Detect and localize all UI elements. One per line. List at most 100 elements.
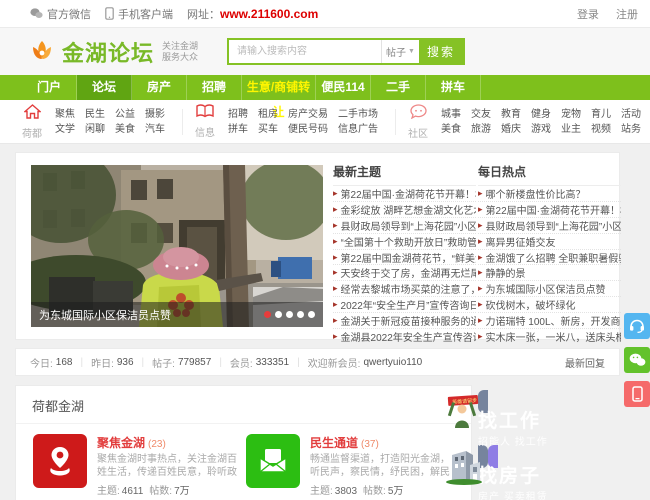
topic-item[interactable]: ▸2022年“安全生产月”宣传咨询日活动 — [333, 297, 476, 314]
topic-item[interactable]: ▸第22届中国·金湖荷花节开幕！杉荷 — [478, 202, 621, 218]
topic-item[interactable]: ▸金湖县2022年安全生产宣传咨询日活动 — [333, 329, 476, 345]
topic-item[interactable]: ▸ 为东城国际小区保洁员点赞 — [478, 281, 621, 298]
url-value[interactable]: www.211600.com — [220, 7, 318, 21]
nav-tab[interactable]: 招聘 — [187, 75, 242, 100]
latest-reply-link[interactable]: 最新回复 — [565, 355, 605, 370]
subnav-link[interactable]: 信息广告 — [338, 122, 378, 137]
topic-link[interactable]: 经常去黎城市场买菜的注意了，坑年轻 — [341, 281, 476, 296]
forum-name-link[interactable]: 民生通道 — [310, 436, 358, 450]
topic-link[interactable]: 县财政局领导到“上海花园”小区，对 — [486, 218, 621, 233]
topic-link[interactable]: 为东城国际小区保洁员点赞 — [486, 281, 606, 296]
nav-tab[interactable]: 拼车 — [426, 75, 481, 100]
banner-building[interactable]: 找房子 房产 买卖租赁 — [446, 445, 618, 500]
search-input[interactable] — [229, 40, 381, 63]
nav-tab[interactable]: 论坛 — [77, 75, 132, 100]
subnav-link[interactable]: 教育 — [501, 107, 521, 122]
topic-item[interactable]: ▸第22届中国金湖荷花节，“鲜美金湖” — [333, 250, 476, 266]
topic-link[interactable]: 静静的景 — [486, 265, 526, 280]
subnav-link[interactable]: 站务 — [621, 122, 641, 137]
topic-link[interactable]: 县财政局领导到“上海花园”小区，对 — [341, 218, 476, 233]
search-type-dropdown[interactable]: 帖子 ▼ — [381, 40, 419, 63]
subnav-link[interactable]: 业主 — [561, 122, 581, 137]
subnav-link[interactable]: 宠物 — [561, 107, 581, 122]
topic-link[interactable]: 第22届中国·金湖荷花节开幕！杉荷 — [341, 186, 476, 201]
topic-item[interactable]: ▸ 哪个新楼盘性价比高？ — [478, 186, 621, 202]
subnav-link[interactable]: 买车 — [258, 122, 278, 137]
site-url[interactable]: 网址： www.211600.com — [187, 6, 318, 22]
float-headset-icon[interactable] — [624, 313, 650, 339]
topic-item[interactable]: ▸经常去黎城市场买菜的注意了，坑年轻 — [333, 281, 476, 298]
subnav-link[interactable]: 美食 — [441, 122, 461, 137]
search-button[interactable]: 搜索 — [419, 40, 463, 63]
subnav-link[interactable]: 交友 — [471, 107, 491, 122]
topic-item[interactable]: ▸县财政局领导到“上海花园”小区，对 — [478, 218, 621, 234]
subnav-link[interactable]: 婚庆 — [501, 122, 521, 137]
site-logo[interactable]: 金湖论坛 关注金湖 服务大众 — [28, 36, 198, 68]
topic-link[interactable]: 金湖县2022年安全生产宣传咨询日活动 — [341, 329, 476, 344]
subnav-link[interactable]: 招聘 — [228, 107, 248, 122]
topic-item[interactable]: ▸ 金湖关于新冠疫苗接种服务的通告 — [333, 313, 476, 330]
subnav-link[interactable]: 便民号码 — [288, 122, 328, 137]
carousel[interactable]: 为东城国际小区保洁员点赞 — [31, 165, 323, 327]
topic-link[interactable]: 第22届中国·金湖荷花节开幕！杉荷 — [486, 202, 621, 217]
carousel-dot[interactable] — [286, 311, 293, 318]
carousel-dot[interactable] — [264, 311, 271, 318]
float-wechat-icon[interactable] — [624, 347, 650, 373]
nav-tab[interactable]: 便民114 — [316, 75, 371, 100]
subnav-link[interactable]: 聚焦 — [55, 107, 75, 122]
topic-link[interactable]: 金湖饿了么招聘 全职兼职暑假骑手10 — [486, 250, 621, 265]
topic-item[interactable]: ▸第22届中国·金湖荷花节开幕！杉荷 — [333, 186, 476, 202]
topic-link[interactable]: 力诺瑞特 100L、新房，开发商带的全 — [486, 313, 621, 328]
float-phone-icon[interactable] — [624, 381, 650, 407]
subnav-link[interactable]: 游戏 — [531, 122, 551, 137]
carousel-dot[interactable] — [275, 311, 282, 318]
register-link[interactable]: 注册 — [616, 9, 638, 21]
subnav-link[interactable]: 旅游 — [471, 122, 491, 137]
subnav-link[interactable]: 房产交易 — [288, 107, 328, 122]
topic-link[interactable]: 天安终于交了房，金湖再无烂尾楼 — [341, 265, 476, 280]
subnav-link[interactable]: 汽车 — [145, 122, 165, 137]
topic-link[interactable]: 实木床一张，一米八，送床头柜 — [486, 329, 621, 344]
topic-item[interactable]: ▸金湖饿了么招聘 全职兼职暑假骑手10 — [478, 250, 621, 266]
topic-item[interactable]: ▸ 天安终于交了房，金湖再无烂尾楼 — [333, 265, 476, 282]
subnav-link[interactable]: 育儿 — [591, 107, 611, 122]
topic-link[interactable]: 第22届中国金湖荷花节，“鲜美金湖” — [341, 250, 476, 265]
subnav-link[interactable]: 健身 — [531, 107, 551, 122]
subnav-link[interactable]: 摄影 — [145, 107, 165, 122]
topic-item[interactable]: ▸ 实木床一张，一米八，送床头柜 — [478, 329, 621, 345]
topic-link[interactable]: 哪个新楼盘性价比高？ — [486, 186, 586, 201]
topic-item[interactable]: ▸县财政局领导到“上海花园”小区，对 — [333, 218, 476, 234]
login-link[interactable]: 登录 — [577, 9, 599, 21]
subnav-link[interactable]: 公益 — [115, 107, 135, 122]
topic-link[interactable]: 金湖关于新冠疫苗接种服务的通告 — [341, 313, 476, 328]
topic-item[interactable]: ▸ 砍伐树木，破坏绿化 — [478, 297, 621, 314]
topic-item[interactable]: ▸ “全国第十个救助开放日”救助管理 — [333, 234, 476, 250]
nav-tab[interactable]: 生意/商铺转让 — [242, 75, 316, 119]
topic-item[interactable]: ▸ 静静的景 — [478, 265, 621, 282]
subnav-link[interactable]: 视频 — [591, 122, 611, 137]
carousel-dot[interactable] — [297, 311, 304, 318]
subnav-link[interactable]: 文学 — [55, 122, 75, 137]
subnav-link[interactable]: 城事 — [441, 107, 461, 122]
topic-link[interactable]: 金彩绽放 湖畔艺想金湖文化艺术中心 — [341, 202, 476, 217]
nav-tab[interactable]: 门户 — [22, 75, 77, 100]
subnav-link[interactable]: 二手市场 — [338, 107, 378, 122]
mobile-client-link[interactable]: 手机客户端 — [105, 6, 173, 22]
subnav-link[interactable]: 拼车 — [228, 122, 248, 137]
forum-icon-mail-icon[interactable] — [246, 434, 300, 488]
banner-recruiter[interactable]: 找工作招能人 找工作 英雄请留步 — [447, 390, 618, 468]
topic-link[interactable]: 砍伐树木，破坏绿化 — [486, 297, 576, 312]
official-wechat-link[interactable]: 官方微信 — [30, 6, 91, 22]
forum-icon-pin-icon[interactable] — [33, 434, 87, 488]
forum-name-link[interactable]: 聚焦金湖 — [97, 436, 145, 450]
subnav-link[interactable]: 民生 — [85, 107, 105, 122]
topic-link[interactable]: 离异男征婚交友 — [486, 234, 556, 249]
topic-item[interactable]: ▸ 离异男征婚交友 — [478, 234, 621, 250]
topic-link[interactable]: “全国第十个救助开放日”救助管理 — [341, 234, 476, 249]
subnav-link[interactable]: 闲聊 — [85, 122, 105, 137]
topic-link[interactable]: 2022年“安全生产月”宣传咨询日活动 — [341, 297, 476, 312]
subnav-link[interactable]: 活动 — [621, 107, 641, 122]
topic-item[interactable]: ▸力诺瑞特 100L、新房，开发商带的全 — [478, 313, 621, 330]
nav-tab[interactable]: 二手 — [371, 75, 426, 100]
subnav-link[interactable]: 租房 — [258, 107, 278, 122]
